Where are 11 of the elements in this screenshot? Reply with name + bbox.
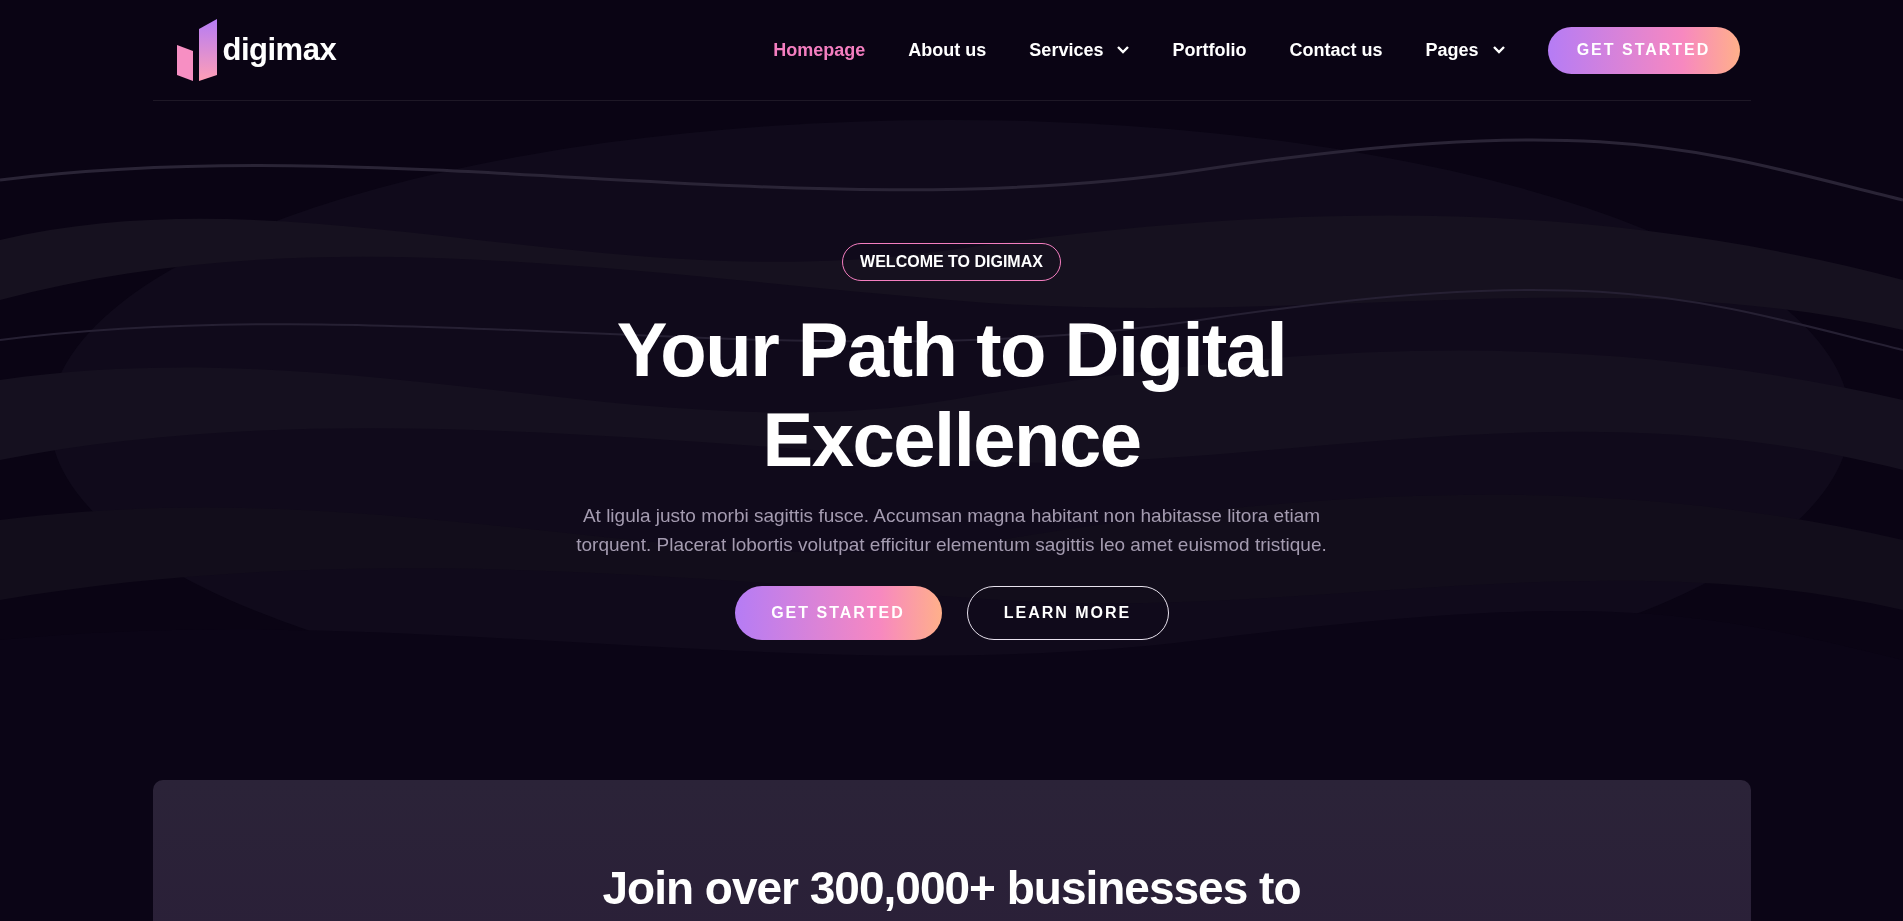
nav-link[interactable]: Contact us — [1289, 39, 1383, 61]
nav-link[interactable]: About us — [908, 39, 987, 61]
logo-text[interactable]: digimax — [222, 32, 337, 68]
hero-title: Your Path to Digital Excellence — [616, 306, 1287, 484]
card-heading: Join over 300,000+ businesses to — [602, 862, 1301, 916]
nav-link[interactable]: Pages — [1425, 39, 1505, 61]
nav-link[interactable]: Homepage — [773, 39, 866, 61]
hero-text: At ligula justo morbi sagittis fusce. Accumsan magna habitant non habitasse litora etiam torquent. Placerat lobortis volutpat efficitur elementum sagittis leo amet euismod tristique. — [575, 504, 1328, 557]
nav-link[interactable]: Services — [1029, 39, 1130, 61]
nav-link[interactable]: Portfolio — [1172, 39, 1247, 61]
logo-bars-icon — [176, 19, 217, 81]
